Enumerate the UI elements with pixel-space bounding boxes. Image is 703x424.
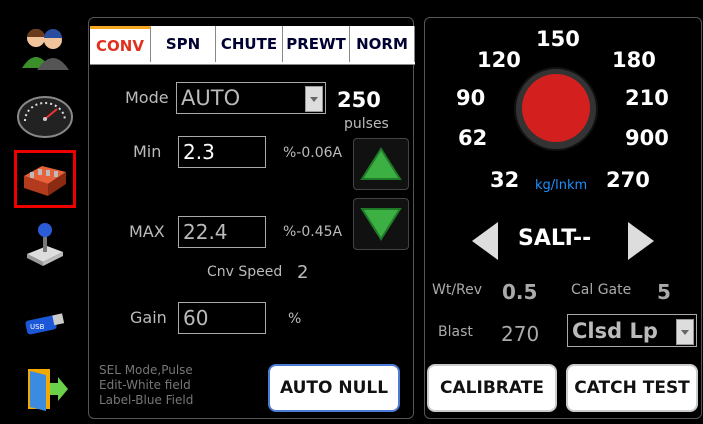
- loop-value: Clsd Lp: [572, 318, 658, 343]
- dial-unit-label: kg/lnkm: [535, 178, 588, 193]
- dial-value-180[interactable]: 180: [612, 48, 656, 72]
- mode-value: AUTO: [181, 86, 241, 110]
- right-arrow-icon: [628, 222, 654, 260]
- dial-value-62[interactable]: 62: [458, 126, 487, 150]
- mode-select[interactable]: AUTO: [176, 82, 326, 114]
- pulses-value: 250: [337, 88, 381, 112]
- usb-drive-icon: USB: [25, 313, 65, 335]
- max-label: MAX: [129, 222, 165, 241]
- loop-select[interactable]: Clsd Lp: [567, 314, 697, 347]
- dial-value-270[interactable]: 270: [606, 168, 650, 192]
- dial-value-90[interactable]: 90: [456, 86, 485, 110]
- help-note-line: Label-Blue Field: [99, 393, 194, 407]
- red-knob-icon: [514, 67, 598, 151]
- speedometer-icon: [17, 96, 73, 138]
- min-field[interactable]: 2.3: [178, 136, 266, 168]
- tab-norm[interactable]: NORM: [350, 26, 415, 62]
- valve-block-icon: [24, 166, 66, 196]
- left-arrow-icon: [472, 222, 498, 260]
- joystick-icon: [27, 223, 63, 266]
- decrease-button[interactable]: [353, 198, 409, 250]
- mode-dropdown-arrow-icon[interactable]: [305, 86, 323, 112]
- pulses-label: pulses: [344, 116, 389, 132]
- loop-dropdown-arrow-icon[interactable]: [676, 319, 694, 345]
- tab-bar: CONV SPN CHUTE PREWT NORM: [90, 26, 415, 65]
- up-arrow-icon: [360, 147, 402, 180]
- help-note-line: SEL Mode,Pulse: [99, 363, 193, 377]
- increase-button[interactable]: [353, 138, 409, 190]
- gain-unit: %: [288, 311, 302, 327]
- material-next-button[interactable]: [624, 220, 658, 266]
- cnv-speed-value: 2: [297, 262, 309, 283]
- gain-field[interactable]: 60: [178, 302, 266, 334]
- dial-value-210[interactable]: 210: [625, 86, 669, 110]
- help-note: SEL Mode,Pulse Edit-White field Label-Bl…: [99, 363, 193, 408]
- max-field[interactable]: 22.4: [178, 216, 266, 248]
- catch-test-button[interactable]: CATCH TEST: [566, 364, 698, 412]
- blast-value: 270: [501, 322, 540, 346]
- auto-null-button[interactable]: AUTO NULL: [268, 364, 400, 412]
- cnv-speed-label: Cnv Speed: [207, 264, 283, 280]
- dial-value-150[interactable]: 150: [536, 27, 580, 51]
- tab-conv[interactable]: CONV: [90, 26, 151, 62]
- max-unit: %-0.45A: [283, 224, 343, 240]
- cal-gate-value: 5: [657, 280, 671, 304]
- material-label: SALT--: [518, 226, 592, 251]
- valves-sidebar-button[interactable]: [14, 150, 76, 208]
- wt-rev-value: 0.5: [502, 280, 538, 304]
- min-label: Min: [133, 142, 162, 161]
- rate-knob[interactable]: [513, 66, 599, 152]
- blast-label: Blast: [438, 324, 473, 340]
- tab-prewt[interactable]: PREWT: [283, 26, 350, 62]
- svg-text:USB: USB: [30, 323, 45, 331]
- calibrate-button[interactable]: CALIBRATE: [427, 364, 557, 412]
- material-prev-button[interactable]: [468, 220, 502, 266]
- down-arrow-icon: [360, 208, 402, 241]
- usb-sidebar-button[interactable]: USB: [14, 296, 76, 354]
- dial-value-32[interactable]: 32: [490, 168, 519, 192]
- dial-value-900[interactable]: 900: [625, 126, 669, 150]
- tab-spn[interactable]: SPN: [151, 26, 216, 62]
- help-note-line: Edit-White field: [99, 378, 191, 392]
- tab-chute[interactable]: CHUTE: [216, 26, 283, 62]
- exit-door-icon: [28, 369, 68, 411]
- users-sidebar-button[interactable]: [14, 18, 76, 76]
- exit-sidebar-button[interactable]: [14, 360, 76, 418]
- joystick-sidebar-button[interactable]: [14, 214, 76, 272]
- users-icon: [22, 28, 69, 70]
- mode-label: Mode: [125, 88, 169, 107]
- gain-label: Gain: [130, 308, 167, 327]
- min-unit: %-0.06A: [283, 145, 343, 161]
- gauges-sidebar-button[interactable]: [14, 88, 76, 146]
- wt-rev-label: Wt/Rev: [432, 282, 483, 298]
- cal-gate-label: Cal Gate: [571, 282, 632, 298]
